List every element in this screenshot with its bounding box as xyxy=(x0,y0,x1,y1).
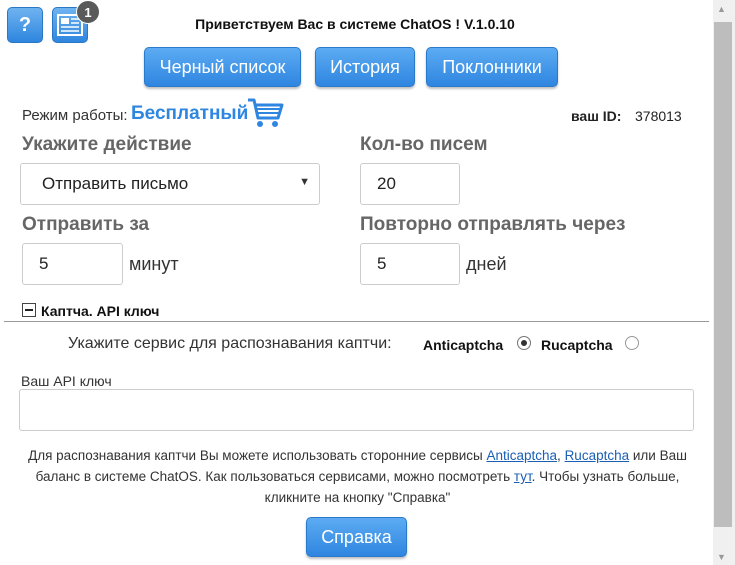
count-label: Кол-во писем xyxy=(360,134,488,155)
repeat-input[interactable]: 5 xyxy=(360,243,460,285)
collapse-icon[interactable] xyxy=(22,303,36,317)
api-key-input[interactable] xyxy=(19,389,694,431)
radio-rucaptcha[interactable] xyxy=(625,336,639,350)
user-id-value: 378013 xyxy=(635,108,682,124)
action-select[interactable]: Отправить письмо ▼ xyxy=(20,163,320,205)
send-for-label: Отправить за xyxy=(22,214,150,235)
info-text-1: Для распознавания каптчи Вы можете испол… xyxy=(28,448,487,463)
page-title: Приветствуем Вас в системе ChatOS ! V.1.… xyxy=(195,16,515,32)
scroll-down-icon[interactable]: ▼ xyxy=(717,552,726,562)
captcha-section-title: Каптча. API ключ xyxy=(41,303,160,319)
chevron-down-icon: ▼ xyxy=(299,176,310,188)
rucaptcha-link[interactable]: Rucaptcha xyxy=(565,448,630,463)
radio-anticaptcha[interactable] xyxy=(517,336,531,350)
send-for-unit: минут xyxy=(129,254,179,274)
how-to-link[interactable]: тут xyxy=(514,469,532,484)
send-for-input[interactable]: 5 xyxy=(22,243,123,285)
mode-value[interactable]: Бесплатный xyxy=(131,103,248,125)
api-key-label: Ваш API ключ xyxy=(21,373,112,389)
repeat-unit: дней xyxy=(466,254,507,274)
history-button[interactable]: История xyxy=(315,47,415,87)
blacklist-button[interactable]: Черный список xyxy=(144,47,301,87)
option-anticaptcha-label: Anticaptcha xyxy=(423,337,504,353)
scroll-up-icon[interactable]: ▲ xyxy=(717,4,726,14)
repeat-label: Повторно отправлять через xyxy=(360,214,626,235)
reference-help-button[interactable]: Справка xyxy=(306,517,407,557)
option-rucaptcha-label: Rucaptcha xyxy=(541,337,613,353)
section-divider xyxy=(4,321,709,322)
mode-label: Режим работы: xyxy=(22,107,128,124)
fans-button[interactable]: Поклонники xyxy=(426,47,558,87)
service-prompt: Укажите сервис для распознавания каптчи: xyxy=(68,335,392,352)
cart-icon[interactable] xyxy=(246,96,284,135)
anticaptcha-link[interactable]: Anticaptcha xyxy=(487,448,558,463)
scrollbar-thumb[interactable] xyxy=(714,22,732,527)
action-label: Укажите действие xyxy=(22,134,192,155)
count-input[interactable]: 20 xyxy=(360,163,460,205)
user-id-label: ваш ID: xyxy=(571,108,622,124)
captcha-info-text: Для распознавания каптчи Вы можете испол… xyxy=(20,445,695,508)
action-select-value: Отправить письмо xyxy=(42,174,189,193)
info-separator: , xyxy=(557,448,565,463)
